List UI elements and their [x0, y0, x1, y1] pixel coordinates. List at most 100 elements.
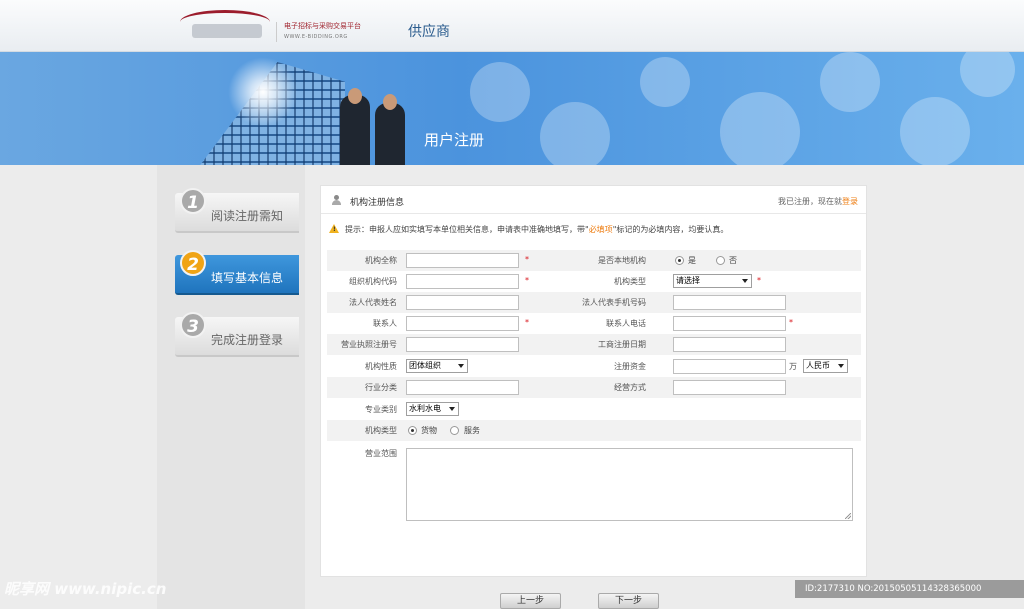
banner: 用户注册 — [0, 52, 1024, 165]
biz-mode-input[interactable] — [673, 380, 786, 395]
legal-rep-name-input[interactable] — [406, 295, 519, 310]
top-header: 电子招标与采购交易平台 WWW.E-BIDDING.ORG 供应商 — [0, 0, 1024, 52]
bokeh-circle — [900, 97, 970, 165]
biz-mode-label: 经营方式 — [614, 383, 646, 392]
light-flare — [228, 57, 298, 127]
bokeh-circle — [640, 57, 690, 107]
panel-title: 机构注册信息 — [350, 198, 405, 208]
site-title: 供应商 — [408, 24, 450, 40]
chevron-down-icon — [838, 364, 844, 368]
step-label: 阅读注册需知 — [211, 209, 284, 223]
chevron-down-icon — [449, 407, 455, 411]
form-row: 法人代表姓名 法人代表手机号码 — [327, 292, 861, 313]
next-button[interactable]: 下一步 — [598, 593, 659, 609]
org-nature-label: 机构性质 — [365, 362, 397, 371]
biz-scope-textarea[interactable] — [406, 448, 853, 521]
form-row: 机构性质 团体组织 注册资金 万 人民币 — [327, 356, 861, 377]
specialty-label: 专业类别 — [365, 405, 397, 414]
businessman-head — [383, 94, 397, 110]
license-no-label: 营业执照注册号 — [341, 340, 397, 349]
logo-url: WWW.E-BIDDING.ORG — [284, 34, 348, 40]
service-radio[interactable] — [450, 426, 459, 435]
required-mark: * — [525, 255, 529, 264]
org-nature-value: 团体组织 — [409, 361, 441, 370]
businessman-figure — [340, 95, 370, 165]
org-type-label: 机构类型 — [614, 277, 646, 286]
logo-chinese-name: 电子招标与采购交易平台 — [284, 22, 361, 30]
resize-grip-icon[interactable] — [845, 513, 851, 519]
businessman-head — [348, 88, 362, 104]
industry-label: 行业分类 — [365, 383, 397, 392]
required-mark: * — [757, 276, 761, 285]
goods-radio[interactable] — [408, 426, 417, 435]
legal-rep-name-label: 法人代表姓名 — [349, 298, 397, 307]
org-type-select[interactable]: 请选择 — [673, 274, 752, 288]
already-registered-text: 我已注册，现在就 — [778, 197, 842, 206]
already-registered: 我已注册，现在就登录 — [778, 196, 858, 207]
reg-date-label: 工商注册日期 — [598, 340, 646, 349]
chevron-down-icon — [458, 364, 464, 368]
user-icon — [331, 195, 341, 205]
bokeh-circle — [720, 92, 800, 165]
step-number: 1 — [180, 188, 206, 214]
tip-notice: ! 提示：申报人应如实填写本单位相关信息，申请表中准确地填写，带"必填项"标记的… — [329, 224, 859, 238]
form-row: 联系人 * 联系人电话 * — [327, 313, 861, 334]
banner-title: 用户注册 — [424, 131, 485, 149]
required-mark: * — [789, 318, 793, 327]
is-local-no-radio[interactable] — [716, 256, 725, 265]
reg-capital-label: 注册资金 — [614, 362, 646, 371]
capital-unit: 万 — [789, 362, 797, 371]
specialty-value: 水利水电 — [409, 404, 441, 413]
form-row: 机构全称 * 是否本地机构 是 否 — [327, 250, 861, 271]
contact-phone-label: 联系人电话 — [606, 319, 646, 328]
tip-suffix: "标记的为必填内容，均要认真。 — [612, 225, 729, 234]
legal-rep-phone-input[interactable] — [673, 295, 786, 310]
goods-label: 货物 — [421, 426, 437, 435]
industry-input[interactable] — [406, 380, 519, 395]
logo-mark — [192, 24, 262, 38]
org-code-label: 组织机构代码 — [349, 277, 397, 286]
reg-date-input[interactable] — [673, 337, 786, 352]
currency-select[interactable]: 人民币 — [803, 359, 848, 373]
org-category-label: 机构类型 — [365, 426, 397, 435]
contact-input[interactable] — [406, 316, 519, 331]
is-local-label: 是否本地机构 — [598, 256, 646, 265]
reg-capital-input[interactable] — [673, 359, 786, 374]
required-mark: * — [525, 318, 529, 327]
contact-phone-input[interactable] — [673, 316, 786, 331]
warning-icon: ! — [329, 224, 339, 233]
step-label: 完成注册登录 — [211, 333, 284, 347]
required-mark: * — [525, 276, 529, 285]
tip-prefix: 提示：申报人应如实填写本单位相关信息，申请表中准确地填写，带" — [345, 225, 589, 234]
form-row: 组织机构代码 * 机构类型 请选择 * — [327, 271, 861, 292]
bokeh-circle — [540, 102, 610, 165]
tip-text: 提示：申报人应如实填写本单位相关信息，申请表中准确地填写，带"必填项"标记的为必… — [345, 224, 728, 235]
is-local-yes-radio[interactable] — [675, 256, 684, 265]
service-label: 服务 — [464, 426, 480, 435]
form-row: 营业执照注册号 工商注册日期 — [327, 334, 861, 355]
step-sidebar: 1 阅读注册需知 2 填写基本信息 3 完成注册登录 — [157, 165, 305, 609]
login-link[interactable]: 登录 — [842, 197, 858, 206]
contact-label: 联系人 — [373, 319, 397, 328]
is-local-yes-label: 是 — [688, 256, 696, 265]
step-1[interactable]: 1 阅读注册需知 — [175, 188, 299, 233]
step-number: 3 — [180, 312, 206, 338]
step-3[interactable]: 3 完成注册登录 — [175, 312, 299, 357]
businessman-figure — [375, 103, 405, 165]
watermark-right: ID:2177310 NO:20150505114328365000 — [795, 580, 1024, 598]
chevron-down-icon — [742, 279, 748, 283]
license-no-input[interactable] — [406, 337, 519, 352]
org-nature-select[interactable]: 团体组织 — [406, 359, 468, 373]
specialty-select[interactable]: 水利水电 — [406, 402, 459, 416]
logo-divider — [276, 22, 277, 42]
bokeh-circle — [960, 52, 1015, 97]
org-full-name-input[interactable] — [406, 253, 519, 268]
form-row: 行业分类 经营方式 — [327, 377, 861, 398]
prev-button[interactable]: 上一步 — [500, 593, 561, 609]
tip-required: 必填项 — [588, 225, 613, 234]
org-full-name-label: 机构全称 — [365, 256, 397, 265]
org-type-value: 请选择 — [676, 276, 700, 285]
site-logo[interactable]: 电子招标与采购交易平台 WWW.E-BIDDING.ORG — [172, 10, 382, 44]
step-2[interactable]: 2 填写基本信息 — [175, 250, 299, 295]
org-code-input[interactable] — [406, 274, 519, 289]
